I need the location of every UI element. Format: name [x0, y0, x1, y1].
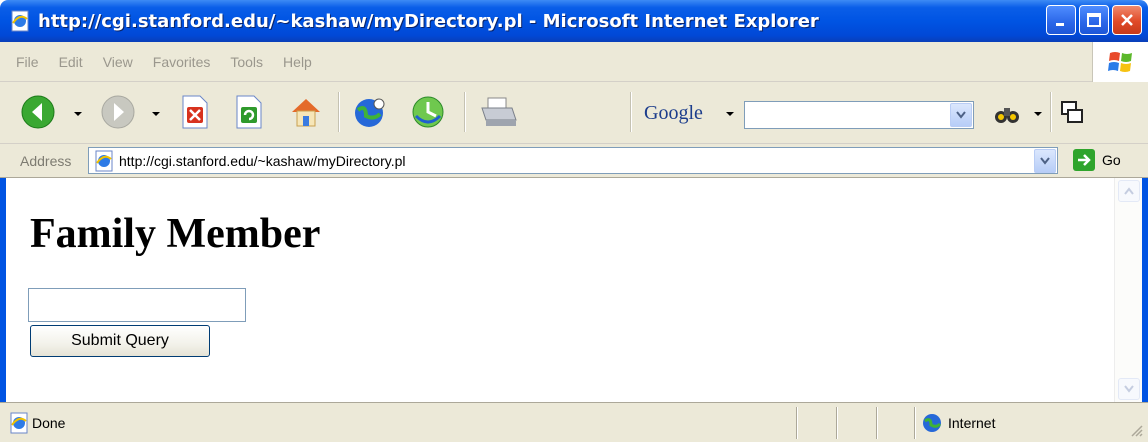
internet-zone-icon [923, 414, 942, 432]
maximize-button[interactable] [1079, 5, 1109, 35]
scroll-up-button[interactable] [1118, 180, 1140, 202]
menu-file[interactable]: File [16, 54, 39, 70]
address-label: Address [20, 153, 72, 169]
menu-tools[interactable]: Tools [230, 54, 263, 70]
go-arrow-icon [1073, 149, 1095, 171]
submit-query-button[interactable]: Submit Query [30, 325, 210, 357]
menu-help[interactable]: Help [283, 54, 312, 70]
google-dropdown-icon[interactable] [726, 112, 734, 116]
chevron-down-icon [956, 111, 966, 119]
security-zone-label: Internet [948, 415, 996, 431]
refresh-icon[interactable] [234, 94, 264, 130]
minimize-icon [1056, 23, 1064, 26]
forward-icon[interactable] [100, 94, 136, 130]
go-button[interactable]: Go [1072, 148, 1121, 172]
chevron-up-icon [1124, 187, 1134, 195]
page-content: Family Member Submit Query [0, 178, 1148, 402]
forward-dropdown-icon[interactable] [152, 112, 160, 116]
close-icon [1121, 14, 1133, 26]
google-toolbar-label[interactable]: Google [644, 102, 703, 125]
print-icon[interactable] [478, 94, 518, 130]
windows-logo-icon [1092, 42, 1148, 82]
go-label: Go [1102, 152, 1121, 168]
menu-edit[interactable]: Edit [59, 54, 83, 70]
home-icon[interactable] [288, 94, 324, 130]
address-url: http://cgi.stanford.edu/~kashaw/myDirect… [119, 153, 406, 169]
address-input[interactable]: http://cgi.stanford.edu/~kashaw/myDirect… [88, 147, 1058, 174]
search-globe-icon[interactable] [352, 94, 388, 130]
address-bar: Address http://cgi.stanford.edu/~kashaw/… [0, 144, 1148, 178]
family-member-input[interactable] [28, 288, 246, 322]
page-title: Family Member [30, 211, 321, 257]
toolbar: Google [0, 82, 1148, 144]
google-search-dropdown-button[interactable] [950, 103, 972, 127]
close-button[interactable] [1112, 5, 1142, 35]
back-icon[interactable] [20, 94, 56, 130]
search-dropdown-icon[interactable] [1034, 112, 1042, 116]
maximize-icon [1087, 13, 1101, 27]
address-dropdown-button[interactable] [1034, 149, 1056, 173]
ie-page-icon [11, 10, 29, 32]
scroll-down-button[interactable] [1118, 378, 1140, 400]
chevron-down-icon [1040, 157, 1050, 165]
menu-bar: File Edit View Favorites Tools Help [0, 42, 1148, 82]
back-dropdown-icon[interactable] [74, 112, 82, 116]
ie-page-icon [10, 412, 28, 434]
google-search-input[interactable] [744, 101, 974, 129]
title-bar[interactable]: http://cgi.stanford.edu/~kashaw/myDirect… [0, 0, 1148, 42]
popup-blocker-icon[interactable] [1060, 100, 1084, 126]
vertical-scrollbar[interactable] [1114, 178, 1142, 402]
stop-icon[interactable] [180, 94, 210, 130]
favorites-icon[interactable] [410, 94, 446, 130]
ie-page-icon [95, 150, 113, 172]
status-bar: Done Internet [0, 402, 1148, 442]
resize-grip-icon[interactable] [1130, 424, 1144, 438]
menu-view[interactable]: View [103, 54, 133, 70]
menu-favorites[interactable]: Favorites [153, 54, 211, 70]
chevron-down-icon [1124, 385, 1134, 393]
binoculars-icon[interactable] [994, 102, 1020, 126]
status-text: Done [32, 415, 66, 431]
window-title: http://cgi.stanford.edu/~kashaw/myDirect… [38, 10, 819, 32]
minimize-button[interactable] [1046, 5, 1076, 35]
